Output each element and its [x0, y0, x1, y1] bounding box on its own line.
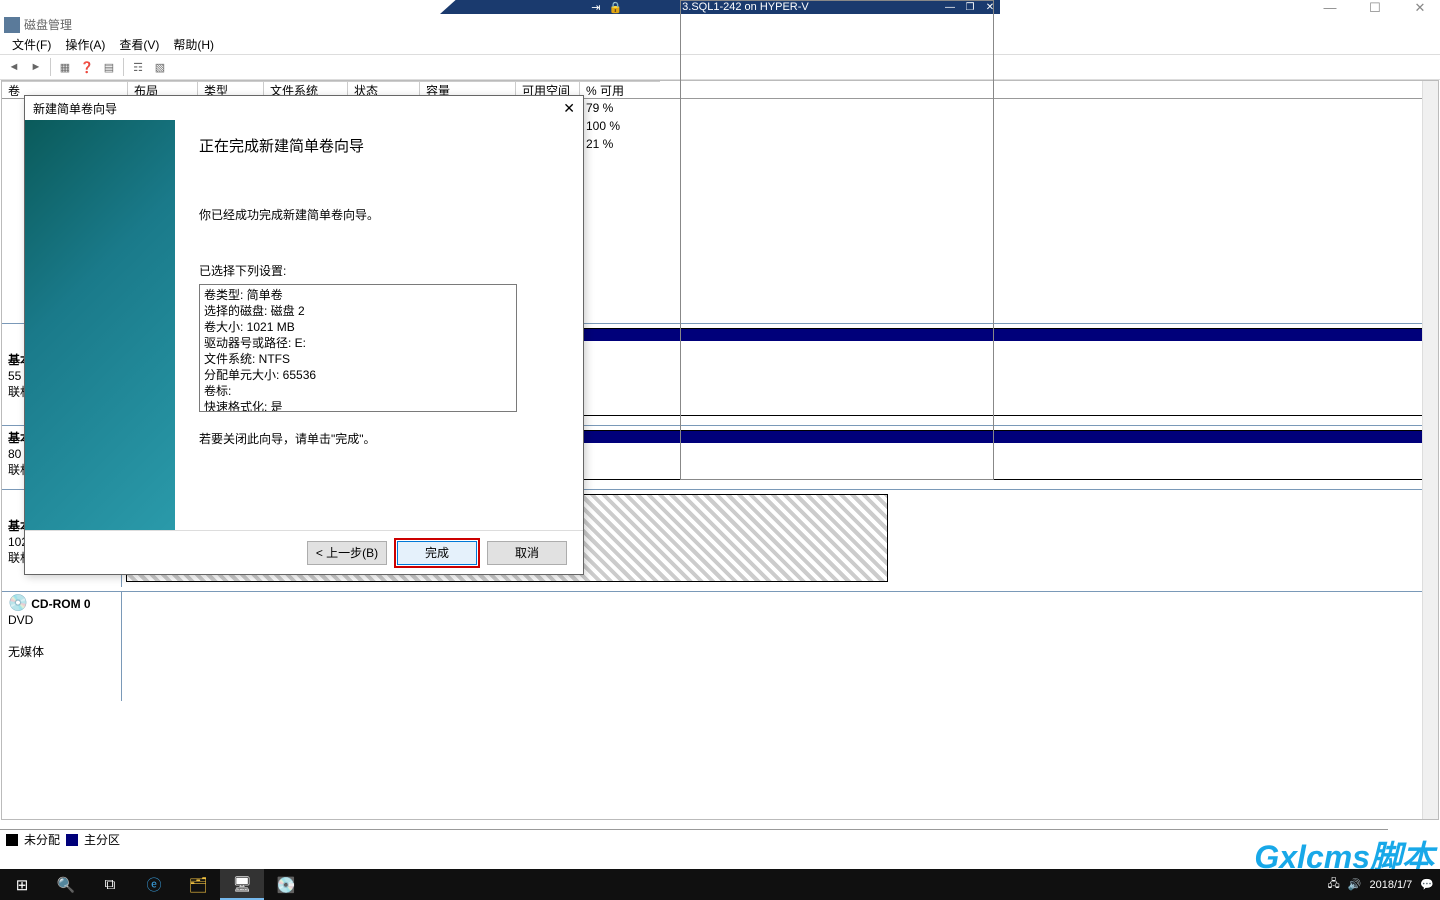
cdrom-content [122, 592, 1438, 701]
setting-line: 卷类型: 简单卷 [204, 287, 512, 303]
pct-free-cell: 21 % [580, 137, 619, 151]
toolbar-icon-3[interactable]: ▤ [99, 57, 119, 77]
pct-free-cell: 79 % [580, 101, 619, 115]
wizard-heading: 正在完成新建简单卷向导 [199, 138, 559, 156]
hyperv-taskbar-icon[interactable]: 🖥 [220, 869, 264, 900]
taskbar: ⊞ 🔍 ⧉ ⓔ 🗂 🖥 💽 🖧 🔊 2018/1/7 💬 [0, 869, 1440, 900]
toolbar: ◄ ► ▦ ❓ ▤ ☶ ▧ [0, 54, 1440, 80]
wizard-title-text: 新建简单卷向导 [33, 100, 117, 117]
vertical-scrollbar[interactable] [1422, 81, 1438, 819]
cancel-button[interactable]: 取消 [487, 541, 567, 565]
search-button[interactable]: 🔍 [44, 869, 88, 900]
toolbar-icon-1[interactable]: ▦ [55, 57, 75, 77]
ie-icon[interactable]: ⓔ [132, 869, 176, 900]
setting-line: 卷标: [204, 383, 512, 399]
wizard-titlebar: 新建简单卷向导 ✕ [25, 96, 583, 120]
setting-line: 驱动器号或路径: E: [204, 335, 512, 351]
setting-line: 分配单元大小: 65536 [204, 367, 512, 383]
wizard-content: 正在完成新建简单卷向导 你已经成功完成新建简单卷向导。 已选择下列设置: 卷类型… [175, 120, 583, 530]
cdrom-icon: 💿 [8, 595, 28, 612]
wizard-settings-list[interactable]: 卷类型: 简单卷 选择的磁盘: 磁盘 2 卷大小: 1021 MB 驱动器号或路… [199, 284, 517, 412]
hyperv-titlebar: ⇥ 🔒 3.SQL1-242 on HYPER-V — ❐ ✕ — ☐ ✕ [0, 0, 1440, 14]
tray-datetime[interactable]: 2018/1/7 [1369, 879, 1412, 891]
legend-swatch-primary [66, 834, 78, 846]
legend: 未分配 主分区 [0, 829, 1388, 849]
setting-line: 文件系统: NTFS [204, 351, 512, 367]
hyperv-title-center: ⇥ 🔒 3.SQL1-242 on HYPER-V [440, 0, 960, 14]
back-button[interactable]: ◄ [4, 57, 24, 77]
forward-button[interactable]: ► [26, 57, 46, 77]
pin-icon[interactable]: ⇥ [591, 1, 600, 14]
tray-volume-icon[interactable]: 🔊 [1348, 878, 1362, 891]
cdrom-info: 💿 CD-ROM 0 DVD 无媒体 [2, 592, 122, 701]
menu-file[interactable]: 文件(F) [6, 34, 57, 55]
back-button[interactable]: < 上一步(B) [307, 541, 387, 565]
new-simple-volume-wizard: 新建简单卷向导 ✕ 正在完成新建简单卷向导 你已经成功完成新建简单卷向导。 已选… [24, 95, 584, 575]
menubar: 文件(F) 操作(A) 查看(V) 帮助(H) [0, 35, 1440, 54]
tray-network-icon[interactable]: 🖧 [1328, 875, 1340, 894]
menu-action[interactable]: 操作(A) [59, 34, 111, 55]
start-button[interactable]: ⊞ [0, 869, 44, 900]
cdrom-panel: 💿 CD-ROM 0 DVD 无媒体 [2, 591, 1438, 701]
hyperv-window-controls: — ❐ ✕ [940, 0, 1000, 14]
legend-swatch-unallocated [6, 834, 18, 846]
wizard-selected-label: 已选择下列设置: [199, 262, 559, 280]
cdrom-type: DVD [8, 613, 33, 627]
lock-icon[interactable]: 🔒 [608, 1, 622, 14]
tray-notification-icon[interactable]: 💬 [1420, 878, 1434, 891]
setting-line: 卷大小: 1021 MB [204, 319, 512, 335]
wizard-done-message: 你已经成功完成新建简单卷向导。 [199, 206, 559, 224]
menu-help[interactable]: 帮助(H) [167, 34, 220, 55]
legend-label-unallocated: 未分配 [24, 831, 60, 848]
legend-label-primary: 主分区 [84, 831, 120, 848]
diskmgmt-taskbar-icon[interactable]: 💽 [264, 869, 308, 900]
outer-maximize-icon[interactable]: ☐ [1360, 0, 1390, 16]
hv-minimize-icon[interactable]: — [940, 0, 960, 14]
wizard-sidebar-image [25, 120, 175, 530]
toolbar-icon-4[interactable]: ☶ [128, 57, 148, 77]
outer-minimize-icon[interactable]: — [1315, 0, 1345, 16]
finish-button[interactable]: 完成 [397, 541, 477, 565]
wizard-close-icon[interactable]: ✕ [563, 100, 575, 117]
hv-close-icon[interactable]: ✕ [980, 0, 1000, 14]
setting-line: 快速格式化: 是 [204, 399, 512, 412]
toolbar-icon-5[interactable]: ▧ [150, 57, 170, 77]
outer-close-icon[interactable]: ✕ [1405, 0, 1435, 16]
wizard-close-hint: 若要关闭此向导，请单击"完成"。 [199, 430, 559, 448]
cdrom-title: CD-ROM 0 [31, 597, 90, 611]
diskmgmt-icon [4, 17, 20, 33]
task-view-button[interactable]: ⧉ [88, 869, 132, 900]
setting-line: 选择的磁盘: 磁盘 2 [204, 303, 512, 319]
hv-maximize-icon[interactable]: ❐ [960, 0, 980, 14]
col-pctfree[interactable]: % 可用 [580, 81, 660, 98]
diskmgmt-title: 磁盘管理 [24, 16, 72, 33]
diskmgmt-titlebar: 磁盘管理 [0, 14, 1440, 35]
explorer-icon[interactable]: 🗂 [176, 869, 220, 900]
system-tray: 🖧 🔊 2018/1/7 💬 [1328, 875, 1435, 894]
cdrom-status: 无媒体 [8, 645, 44, 659]
outer-window-controls: — ☐ ✕ [1315, 0, 1435, 16]
toolbar-icon-2[interactable]: ❓ [77, 57, 97, 77]
menu-view[interactable]: 查看(V) [113, 34, 165, 55]
wizard-buttons: < 上一步(B) 完成 取消 [25, 530, 583, 574]
pct-free-cell: 100 % [580, 119, 626, 133]
hyperv-title-text: 3.SQL1-242 on HYPER-V [682, 1, 809, 13]
